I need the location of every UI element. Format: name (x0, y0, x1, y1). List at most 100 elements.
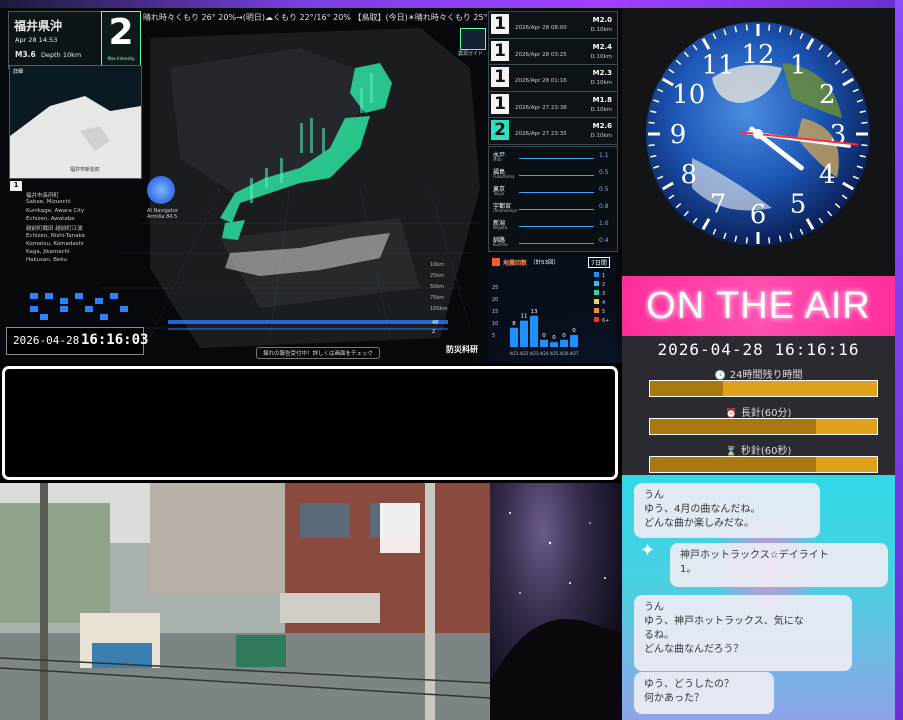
clock-number: 7 (710, 189, 727, 219)
clock-tick (861, 144, 868, 147)
awning (280, 593, 380, 623)
chat-panel: ✦ うん ゆう、4月の曲なんだね。 どんな曲か楽しみだな。 神戸ホットラックス☆デ… (622, 475, 895, 720)
chart-y-tick: 15 (492, 309, 498, 315)
event-time: Apr 28 14:53 (15, 36, 58, 44)
depth-scale-label: 100km (430, 306, 448, 312)
history-intensity: 1 (491, 93, 509, 114)
station-value: 0.4 (599, 237, 609, 244)
chat-bubble-left: うん ゆう、4月の曲なんだね。 どんな曲か楽しみだな。 (634, 483, 820, 538)
depth-scale-label: 50km (430, 284, 445, 290)
station-value: 1.1 (599, 152, 609, 159)
chart-legend-label: 6+ (602, 318, 609, 324)
history-depth: D.10km (590, 106, 612, 113)
chart-y-tick: 5 (492, 333, 495, 339)
weather-ticker: 晴れ時々くもり 26° 20%→(明日)☁くもり 22°/16° 20% 【鳥取… (143, 13, 488, 22)
clock-tick (745, 24, 748, 31)
station-waveform (519, 158, 594, 159)
bar-label: ⏰ 長針(60分) (622, 404, 895, 419)
clock-number: 12 (741, 40, 774, 70)
analog-clock: 12 1234567891011 (622, 8, 895, 276)
history-datetime: 2026/Apr 28 08:00 (515, 25, 567, 31)
bar-label: ⌛ 秒針(60秒) (622, 442, 895, 457)
on-air-datetime: 2026-04-28 16:16:16 (657, 340, 860, 359)
bar-label: 🕓 24時間残り時間 (622, 366, 895, 381)
chart-bar (550, 342, 558, 347)
station-name-en: Tokyo (493, 191, 505, 196)
count-label-1: 48 (432, 320, 439, 326)
progress-bar (649, 456, 878, 473)
clock-tick (861, 121, 868, 124)
station-waveform (519, 192, 594, 193)
history-intensity: 2 (491, 120, 509, 140)
max-intensity-box: 2 Max Intensity (101, 11, 141, 67)
mini-map-label: 詳細 (13, 69, 24, 75)
local-date: 2026-04-28 (13, 334, 80, 347)
frame-top (0, 0, 903, 8)
depth-scale-label: 10km (430, 262, 445, 268)
clock-tick (648, 121, 655, 124)
history-magnitude: M1.8 (592, 95, 612, 104)
station-name-en: Niigata (493, 225, 508, 230)
history-magnitude: M2.0 (592, 16, 612, 24)
history-row[interactable]: 1 2026/Apr 28 08:00 M2.0 D.10km (488, 11, 618, 39)
street-camera-feed (0, 483, 490, 720)
station-value: 0.5 (599, 186, 609, 193)
history-depth: D.10km (590, 53, 612, 60)
chart-bar-label: 0 (572, 328, 576, 334)
sparkle-icon: ✦ (640, 540, 656, 561)
history-datetime: 2026/Apr 28 03:25 (515, 51, 567, 58)
chart-legend-label: 2 (602, 282, 605, 288)
epicenter-region: 福井県沖 (14, 19, 63, 33)
chart-x-tick: 4/23 (530, 351, 539, 356)
chart-bar-label: 0 (552, 335, 556, 341)
history-intensity: 1 (491, 40, 509, 61)
report-notice[interactable]: 揺れの報告受付中！詳しくは画面をチェック (256, 347, 381, 359)
station-value: 0.8 (599, 203, 609, 210)
chart-bar (560, 339, 568, 347)
progress-bar (649, 418, 878, 435)
progress-fill (650, 381, 723, 396)
chart-x-tick: 4/27 (570, 351, 579, 356)
chart-legend-swatch (594, 308, 599, 313)
local-clock-box: 2026-04-28 16:16:03 (6, 327, 148, 355)
mini-map-graphic (10, 96, 141, 178)
clock-center (753, 129, 763, 139)
history-magnitude: M2.4 (592, 42, 612, 51)
night-sky-graphic (490, 512, 622, 720)
street-scene (0, 483, 490, 720)
chat-bubble-left: ゆう、どうしたの？ 何かあった？ (634, 672, 774, 714)
alert-icon (492, 258, 500, 266)
area-list-item: 越前町織田 越前町江波 (26, 226, 83, 233)
station-waveforms: 水戸 Mito 1.1 福島 Fukushima 0.5 東京 Tokyo 0.5 宇都宮 Utsu… (488, 146, 618, 252)
frame-right (895, 0, 903, 720)
clock-number: 1 (790, 51, 807, 81)
clock-number: 8 (680, 160, 697, 190)
on-the-air-title: ON THE AIR (622, 276, 895, 336)
chart-title: 地震回数 (503, 260, 528, 267)
history-row[interactable]: 1 2026/Apr 28 03:25 M2.4 D.10km (488, 37, 618, 66)
chart-legend-swatch (594, 290, 599, 295)
chart-legend-label: 4 (602, 300, 605, 306)
history-magnitude: M2.6 (592, 122, 612, 130)
chart-y-tick: 25 (492, 285, 498, 291)
station-waveform (519, 226, 594, 227)
street-sign (380, 503, 420, 553)
depth-scale-label: 25km (430, 273, 445, 279)
caption-banner (2, 366, 618, 480)
station-name-en: Utsunomiya (493, 208, 517, 213)
history-row[interactable]: 2 2026/Apr 27 23:35 M2.6 D.10km (488, 117, 618, 145)
chart-x-tick: 4/25 (550, 351, 559, 356)
legend-label: 震源ガイド (458, 51, 484, 57)
brand-logo: 防災科研 (446, 345, 478, 354)
history-row[interactable]: 1 2026/Apr 27 23:38 M1.8 D.10km (488, 90, 618, 119)
history-row[interactable]: 1 2026/Apr 28 01:16 M2.3 D.10km (488, 64, 618, 92)
bar-chart-svg: 25201510584/21114/22134/2304/2404/2504/2… (492, 272, 609, 356)
max-intensity-label: Max Intensity (107, 56, 135, 61)
event-magnitude: M3.6 (15, 50, 36, 59)
history-datetime: 2026/Apr 28 01:16 (515, 78, 567, 84)
clock-number: 9 (670, 120, 687, 150)
clock-number: 2 (819, 80, 836, 110)
car (236, 635, 286, 667)
history-intensity: 1 (491, 67, 509, 87)
mini-map: 詳細 福井市新松町 (9, 65, 142, 179)
